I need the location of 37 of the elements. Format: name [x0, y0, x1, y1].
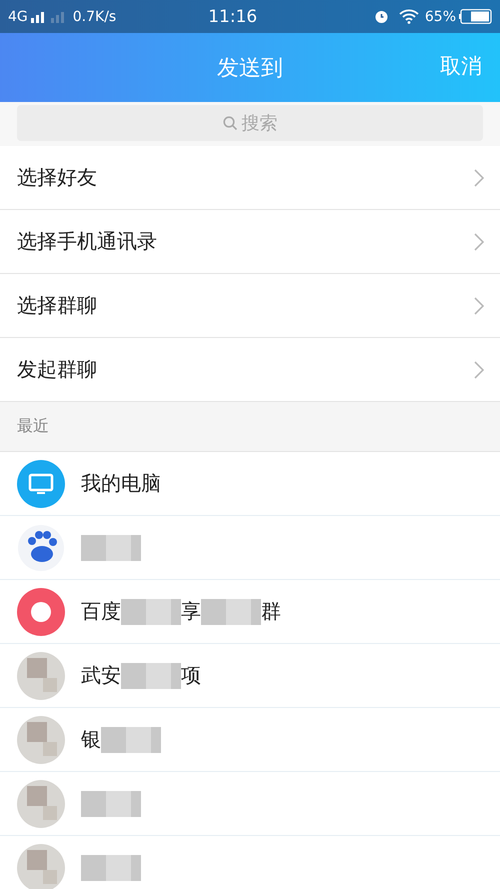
- contact-name: 武安: [81, 662, 121, 689]
- avatar: [17, 844, 65, 889]
- avatar: [17, 588, 65, 636]
- menu-item[interactable]: 选择好友: [0, 146, 500, 210]
- contact-row[interactable]: 武安 项: [0, 644, 500, 708]
- contact-row[interactable]: 百度 享 群: [0, 580, 500, 644]
- contact-name: 银: [81, 726, 101, 753]
- paw-avatar: [17, 524, 65, 572]
- contact-name: 享: [181, 598, 201, 625]
- clock: 11:16: [208, 6, 258, 26]
- battery-percent: 65%: [424, 8, 456, 24]
- computer-icon: [17, 460, 65, 508]
- page-title: 发送到: [217, 54, 283, 82]
- contact-name: 群: [261, 598, 281, 625]
- wifi-icon: [398, 9, 419, 24]
- avatar: [17, 652, 65, 700]
- avatar: [17, 780, 65, 828]
- chevron-icon: [474, 232, 484, 250]
- signal-icon: [30, 10, 65, 22]
- contact-row[interactable]: 银: [0, 708, 500, 772]
- menu-item[interactable]: 选择手机通讯录: [0, 210, 500, 274]
- contact-name: 项: [181, 662, 201, 689]
- alarm-icon: [374, 9, 389, 24]
- chevron-icon: [474, 296, 484, 314]
- contact-name: 我的电脑: [81, 470, 161, 497]
- chevron-icon: [474, 168, 484, 186]
- search-placeholder: 搜索: [242, 112, 278, 135]
- contact-row[interactable]: 我的电脑: [0, 452, 500, 516]
- battery-icon: [459, 9, 492, 24]
- contact-name: 百度: [81, 598, 121, 625]
- network-label: 4G: [8, 8, 28, 24]
- menu-item[interactable]: 选择群聊: [0, 274, 500, 338]
- search-icon: [222, 116, 238, 130]
- section-heading: 最近: [17, 416, 49, 437]
- network-speed: 0.7K/s: [72, 8, 116, 24]
- avatar: [17, 716, 65, 764]
- chevron-icon: [474, 360, 484, 378]
